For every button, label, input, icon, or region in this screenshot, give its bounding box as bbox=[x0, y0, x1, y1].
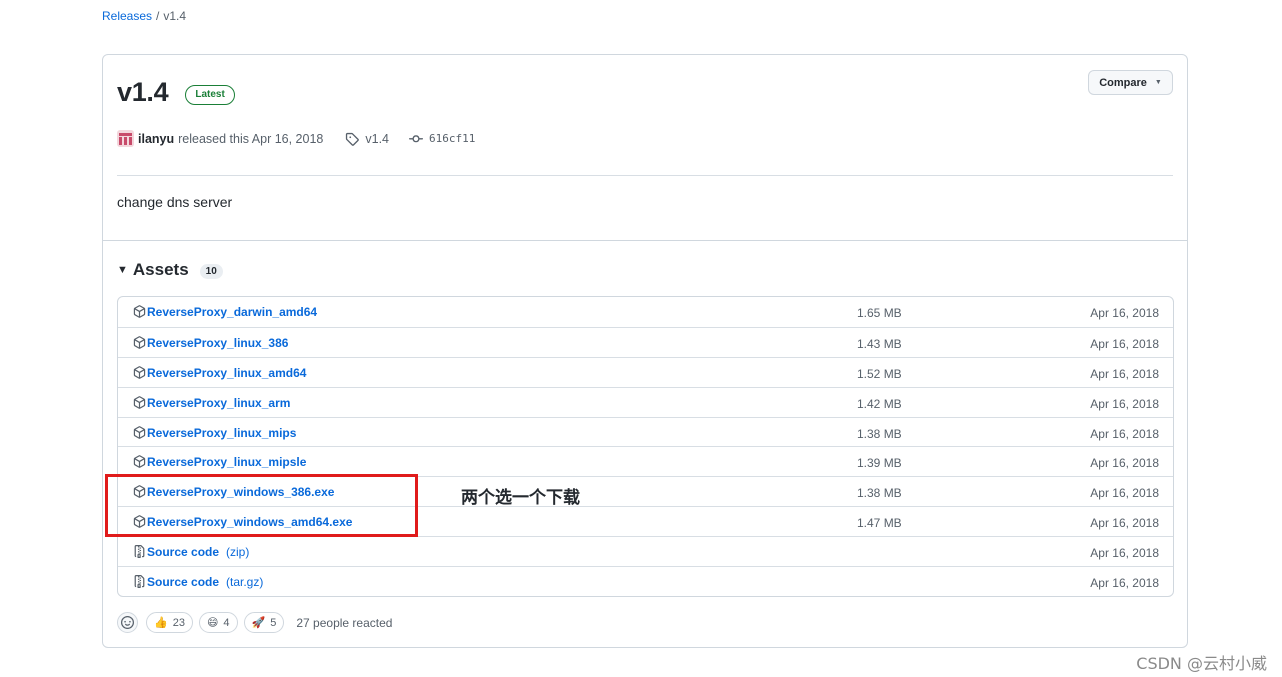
git-commit-icon bbox=[409, 132, 424, 146]
assets-title: Assets bbox=[132, 260, 189, 279]
asset-date: Apr 16, 2018 bbox=[1090, 426, 1159, 441]
asset-format-label: (tar.gz) bbox=[226, 575, 264, 590]
breadcrumb-current: v1.4 bbox=[163, 9, 187, 23]
asset-download-link[interactable]: ReverseProxy_linux_arm bbox=[147, 396, 290, 410]
reaction-summary: 27 people reacted bbox=[296, 615, 393, 630]
release-meta: ilanyu released this Apr 16, 2018 v1.4 6… bbox=[117, 130, 475, 147]
package-icon bbox=[133, 336, 146, 352]
asset-download-link[interactable]: ReverseProxy_darwin_amd64 bbox=[147, 305, 317, 319]
reactions-bar: 👍 23 😄 4 🚀 5 27 people reacted bbox=[117, 612, 392, 633]
latest-badge: Latest bbox=[185, 84, 235, 105]
breadcrumb-separator: / bbox=[156, 9, 160, 23]
asset-row: ReverseProxy_linux_arm 1.42 MB Apr 16, 201… bbox=[118, 386, 1173, 417]
assets-toggle[interactable]: ▼ Assets 10 bbox=[117, 260, 223, 280]
reaction-laugh[interactable]: 😄 4 bbox=[198, 612, 238, 633]
avatar[interactable] bbox=[117, 130, 134, 147]
author-link[interactable]: ilanyu bbox=[138, 132, 174, 146]
asset-date: Apr 16, 2018 bbox=[1090, 396, 1159, 411]
asset-date: Apr 16, 2018 bbox=[1090, 576, 1159, 591]
released-date-text: released this Apr 16, 2018 bbox=[178, 131, 324, 146]
asset-size: 1.39 MB bbox=[857, 456, 902, 471]
asset-format-label: (zip) bbox=[226, 545, 250, 560]
asset-size: 1.38 MB bbox=[857, 426, 902, 441]
add-reaction-button[interactable] bbox=[117, 612, 138, 633]
divider bbox=[117, 175, 1173, 176]
asset-size: 1.43 MB bbox=[857, 336, 902, 351]
asset-size: 1.52 MB bbox=[857, 366, 902, 381]
asset-row: ReverseProxy_linux_386 1.43 MB Apr 16, 201… bbox=[118, 326, 1173, 357]
asset-date: Apr 16, 2018 bbox=[1090, 486, 1159, 501]
asset-size: 1.38 MB bbox=[857, 486, 902, 501]
reaction-count: 23 bbox=[172, 616, 185, 629]
asset-size: 1.65 MB bbox=[857, 306, 902, 320]
assets-count-badge: 10 bbox=[199, 263, 223, 279]
reaction-rocket[interactable]: 🚀 5 bbox=[243, 612, 285, 633]
asset-date: Apr 16, 2018 bbox=[1090, 546, 1159, 561]
asset-date: Apr 16, 2018 bbox=[1090, 336, 1159, 351]
release-body: change dns server bbox=[117, 194, 233, 210]
watermark: CSDN @云村小威 bbox=[1136, 654, 1267, 673]
package-icon bbox=[133, 425, 146, 442]
release-card: v1.4 Latest Compare ▼ ilanyu released th… bbox=[102, 54, 1188, 648]
asset-row: ReverseProxy_linux_mipsle 1.39 MB Apr 16, … bbox=[118, 446, 1173, 476]
tag-icon bbox=[345, 132, 360, 146]
asset-download-link[interactable]: ReverseProxy_linux_mipsle bbox=[147, 455, 306, 469]
asset-date: Apr 16, 2018 bbox=[1090, 456, 1159, 471]
asset-row: ReverseProxy_linux_amd64 1.52 MB Apr 16, 2… bbox=[118, 356, 1173, 387]
package-icon bbox=[133, 305, 146, 321]
asset-date: Apr 16, 2018 bbox=[1090, 516, 1159, 531]
commit-link[interactable]: 616cf11 bbox=[429, 132, 475, 145]
tag-link[interactable]: v1.4 bbox=[365, 132, 389, 146]
package-icon bbox=[133, 395, 146, 412]
breadcrumb-releases-link[interactable]: Releases bbox=[102, 9, 152, 23]
annotation-text: 两个选一个下载 bbox=[461, 488, 580, 508]
chevron-down-icon: ▼ bbox=[1154, 79, 1162, 86]
divider bbox=[103, 240, 1187, 241]
asset-size: 1.47 MB bbox=[857, 516, 902, 531]
asset-row: Source code (tar.gz) Apr 16, 2018 bbox=[118, 566, 1173, 596]
asset-download-link[interactable]: ReverseProxy_linux_mips bbox=[147, 426, 296, 440]
reaction-count: 5 bbox=[270, 616, 277, 629]
file-zip-icon bbox=[133, 545, 146, 561]
file-zip-icon bbox=[133, 575, 146, 591]
smiley-icon bbox=[121, 616, 134, 629]
breadcrumb: Releases / v1.4 bbox=[102, 9, 186, 23]
release-title-row: v1.4 Latest bbox=[117, 77, 235, 108]
asset-date: Apr 16, 2018 bbox=[1090, 366, 1159, 381]
reaction-count: 4 bbox=[223, 616, 230, 629]
release-title[interactable]: v1.4 bbox=[117, 77, 169, 108]
asset-row: Source code (zip) Apr 16, 2018 bbox=[118, 536, 1173, 566]
package-icon bbox=[133, 455, 146, 471]
asset-row: ReverseProxy_linux_mips 1.38 MB Apr 16, 20… bbox=[118, 416, 1173, 447]
triangle-down-icon: ▼ bbox=[117, 264, 128, 276]
compare-label: Compare bbox=[1099, 76, 1147, 89]
asset-date: Apr 16, 2018 bbox=[1090, 306, 1159, 320]
rocket-icon: 🚀 bbox=[251, 617, 266, 629]
annotation-highlight-box bbox=[105, 474, 418, 537]
assets-list: ReverseProxy_darwin_amd64 1.65 MB Apr 16, … bbox=[117, 296, 1174, 597]
asset-download-link[interactable]: Source code bbox=[147, 575, 219, 589]
asset-size: 1.42 MB bbox=[857, 396, 902, 411]
thumbs-up-icon: 👍 bbox=[154, 617, 168, 629]
compare-button[interactable]: Compare ▼ bbox=[1088, 70, 1173, 95]
asset-row: ReverseProxy_darwin_amd64 1.65 MB Apr 16, … bbox=[118, 297, 1173, 327]
package-icon bbox=[133, 365, 146, 382]
asset-download-link[interactable]: ReverseProxy_linux_386 bbox=[147, 336, 288, 350]
laugh-icon: 😄 bbox=[206, 617, 219, 629]
reaction-thumbs-up[interactable]: 👍 23 bbox=[146, 612, 193, 633]
asset-download-link[interactable]: ReverseProxy_linux_amd64 bbox=[147, 366, 306, 380]
asset-download-link[interactable]: Source code bbox=[147, 545, 219, 559]
